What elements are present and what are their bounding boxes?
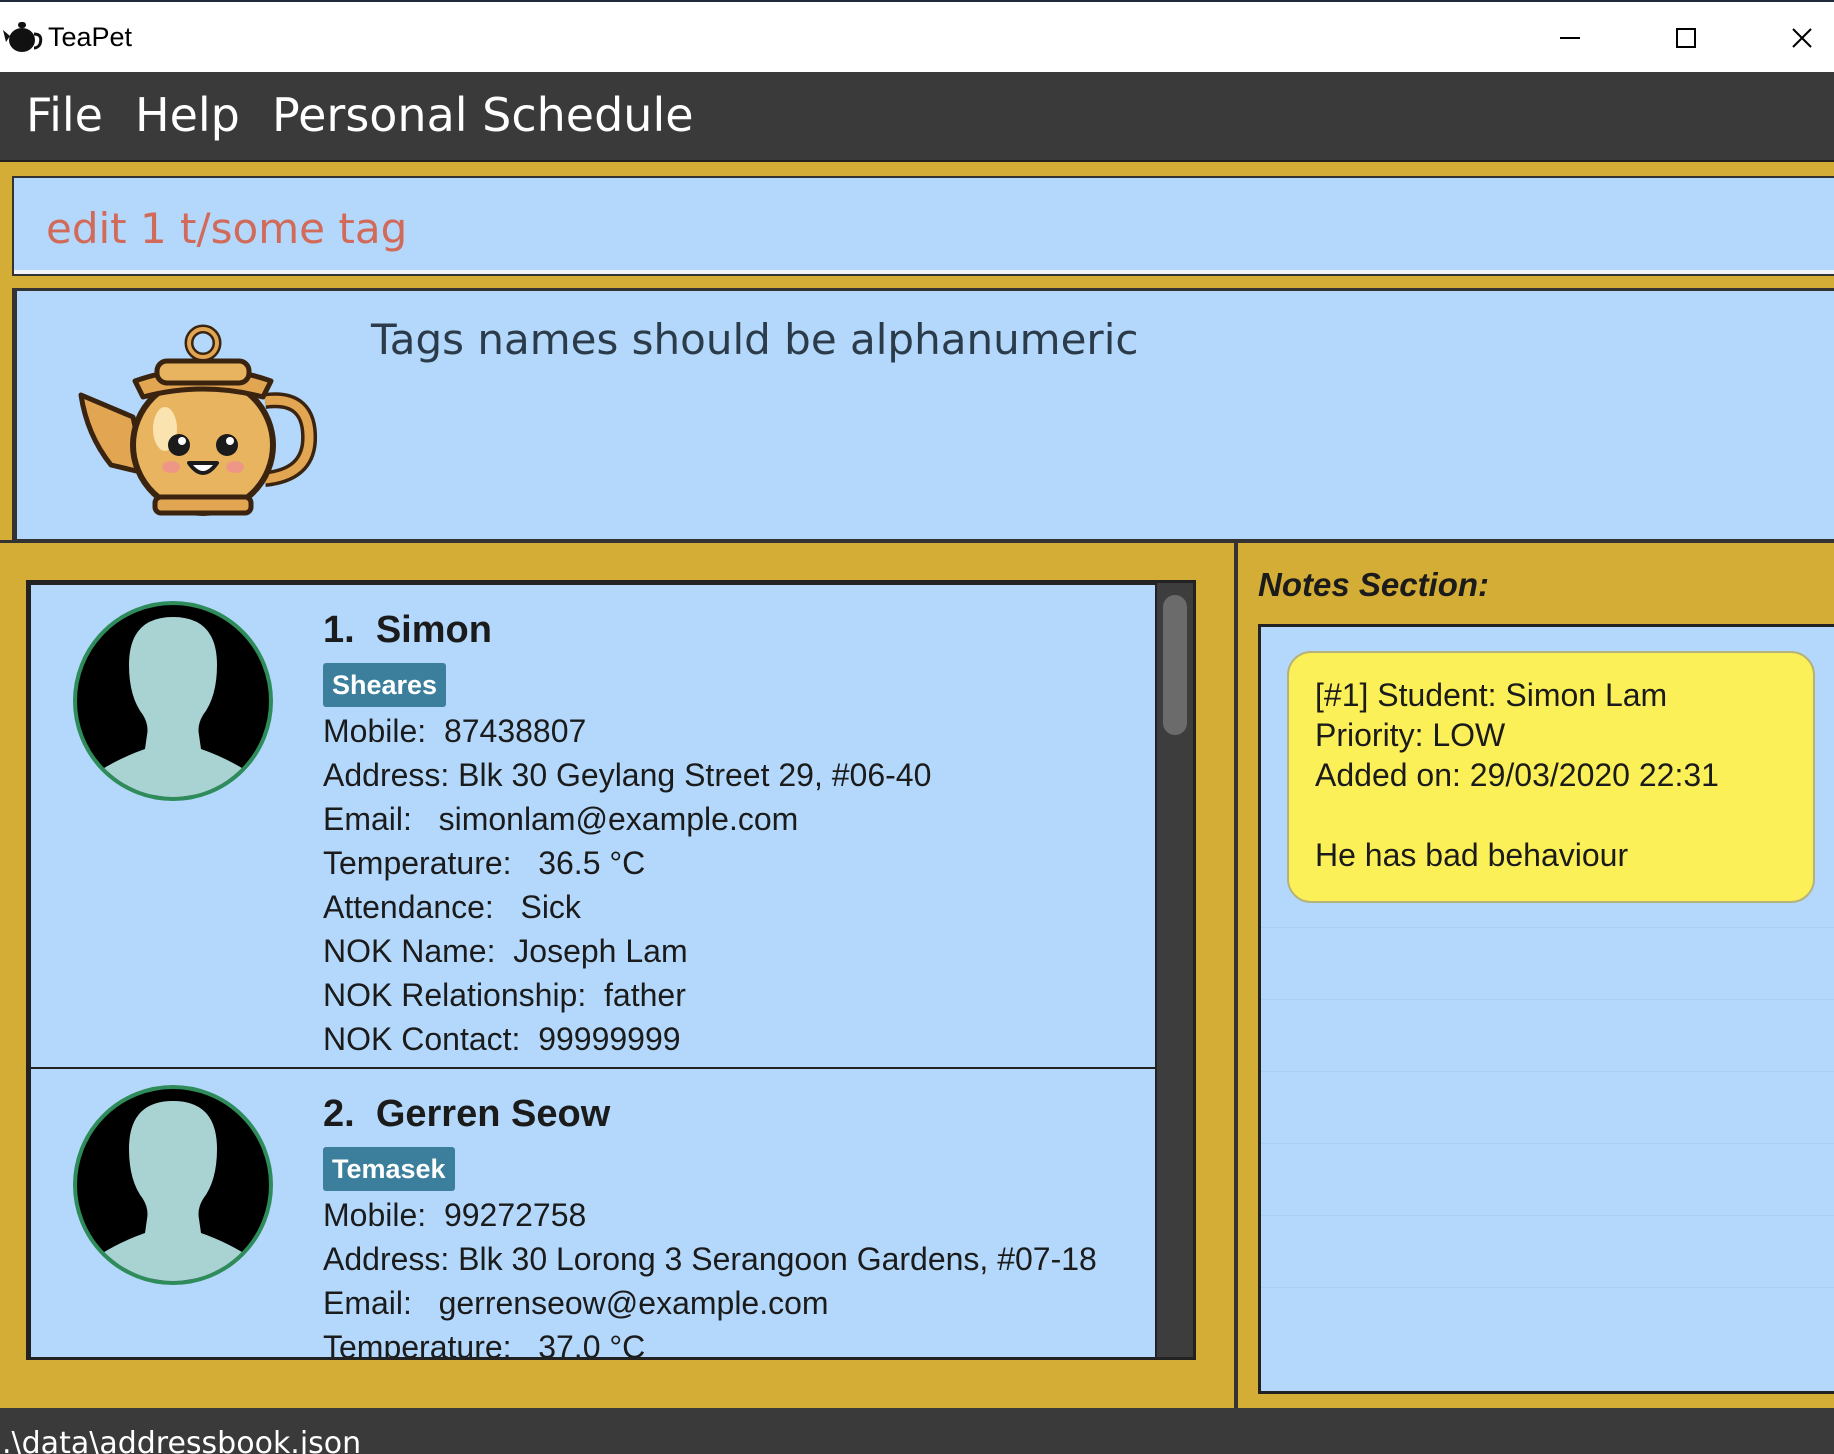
maximize-icon[interactable]: [1656, 16, 1716, 60]
result-display: Tags names should be alphanumeric: [14, 288, 1834, 542]
list-row-separator: [1261, 1071, 1834, 1072]
mobile-field: Mobile: 87438807: [323, 713, 587, 749]
scrollbar-thumb[interactable]: [1163, 595, 1187, 735]
column-divider: [1234, 540, 1238, 1410]
note-card[interactable]: [#1] Student: Simon Lam Priority: LOW Ad…: [1287, 651, 1815, 903]
email-field: Email: simonlam@example.com: [323, 801, 799, 837]
address-field: Address: Blk 30 Lorong 3 Serangoon Garde…: [323, 1241, 1097, 1277]
address-field: Address: Blk 30 Geylang Street 29, #06-4…: [323, 757, 932, 793]
title-bar: TeaPet: [0, 0, 1834, 72]
list-row-separator: [1261, 999, 1834, 1000]
result-message: Tags names should be alphanumeric: [371, 315, 1139, 364]
teapot-mascot-icon: [75, 321, 335, 521]
attendance-field: Attendance: Sick: [323, 889, 581, 925]
mobile-field: Mobile: 99272758: [323, 1197, 587, 1233]
student-name: 2. Gerren Seow: [323, 1093, 611, 1135]
notes-panel[interactable]: [#1] Student: Simon Lam Priority: LOW Ad…: [1258, 624, 1834, 1394]
menu-file[interactable]: File: [26, 88, 103, 142]
teapot-icon: [2, 16, 44, 56]
notes-section-title: Notes Section:: [1258, 566, 1490, 603]
save-location: .\data\addressbook.json: [2, 1426, 362, 1454]
avatar-icon: [71, 599, 275, 803]
temperature-field: Temperature: 37.0 °C: [323, 1329, 646, 1360]
note-added-on: Added on: 29/03/2020 22:31: [1315, 757, 1719, 793]
temperature-field: Temperature: 36.5 °C: [323, 845, 646, 881]
minimize-icon[interactable]: [1540, 16, 1600, 60]
nok-contact-field: NOK Contact: 99999999: [323, 1021, 681, 1057]
student-name: 1. Simon: [323, 609, 492, 651]
student-list[interactable]: 1. Simon Sheares Mobile: 87438807 Addres…: [26, 580, 1196, 1360]
result-left-border: [0, 288, 14, 542]
tag-badge: Sheares: [323, 663, 447, 707]
command-input[interactable]: edit 1 t/some tag: [46, 204, 407, 253]
menu-personal-schedule[interactable]: Personal Schedule: [272, 88, 694, 142]
close-icon[interactable]: [1772, 16, 1832, 60]
tag-badge: Temasek: [323, 1147, 455, 1191]
list-row-separator: [1261, 1143, 1834, 1144]
avatar-icon: [71, 1083, 275, 1287]
menu-help[interactable]: Help: [135, 88, 240, 142]
panel-divider: [0, 540, 1834, 543]
email-field: Email: gerrenseow@example.com: [323, 1285, 829, 1321]
list-row-separator: [1261, 927, 1834, 928]
nok-relationship-field: NOK Relationship: father: [323, 977, 686, 1013]
menu-bar: File Help Personal Schedule: [0, 72, 1834, 162]
note-priority: Priority: LOW: [1315, 717, 1506, 753]
list-row-separator: [1261, 1287, 1834, 1288]
window-title: TeaPet: [48, 22, 133, 52]
note-student: [#1] Student: Simon Lam: [1315, 677, 1668, 713]
student-card[interactable]: 1. Simon Sheares Mobile: 87438807 Addres…: [29, 583, 1157, 1069]
nok-name-field: NOK Name: Joseph Lam: [323, 933, 688, 969]
status-bar: .\data\addressbook.json: [0, 1408, 1834, 1454]
note-content: He has bad behaviour: [1315, 837, 1629, 873]
list-row-separator: [1261, 1215, 1834, 1216]
student-card[interactable]: 2. Gerren Seow Temasek Mobile: 99272758 …: [29, 1067, 1157, 1360]
command-box[interactable]: edit 1 t/some tag: [12, 176, 1834, 276]
